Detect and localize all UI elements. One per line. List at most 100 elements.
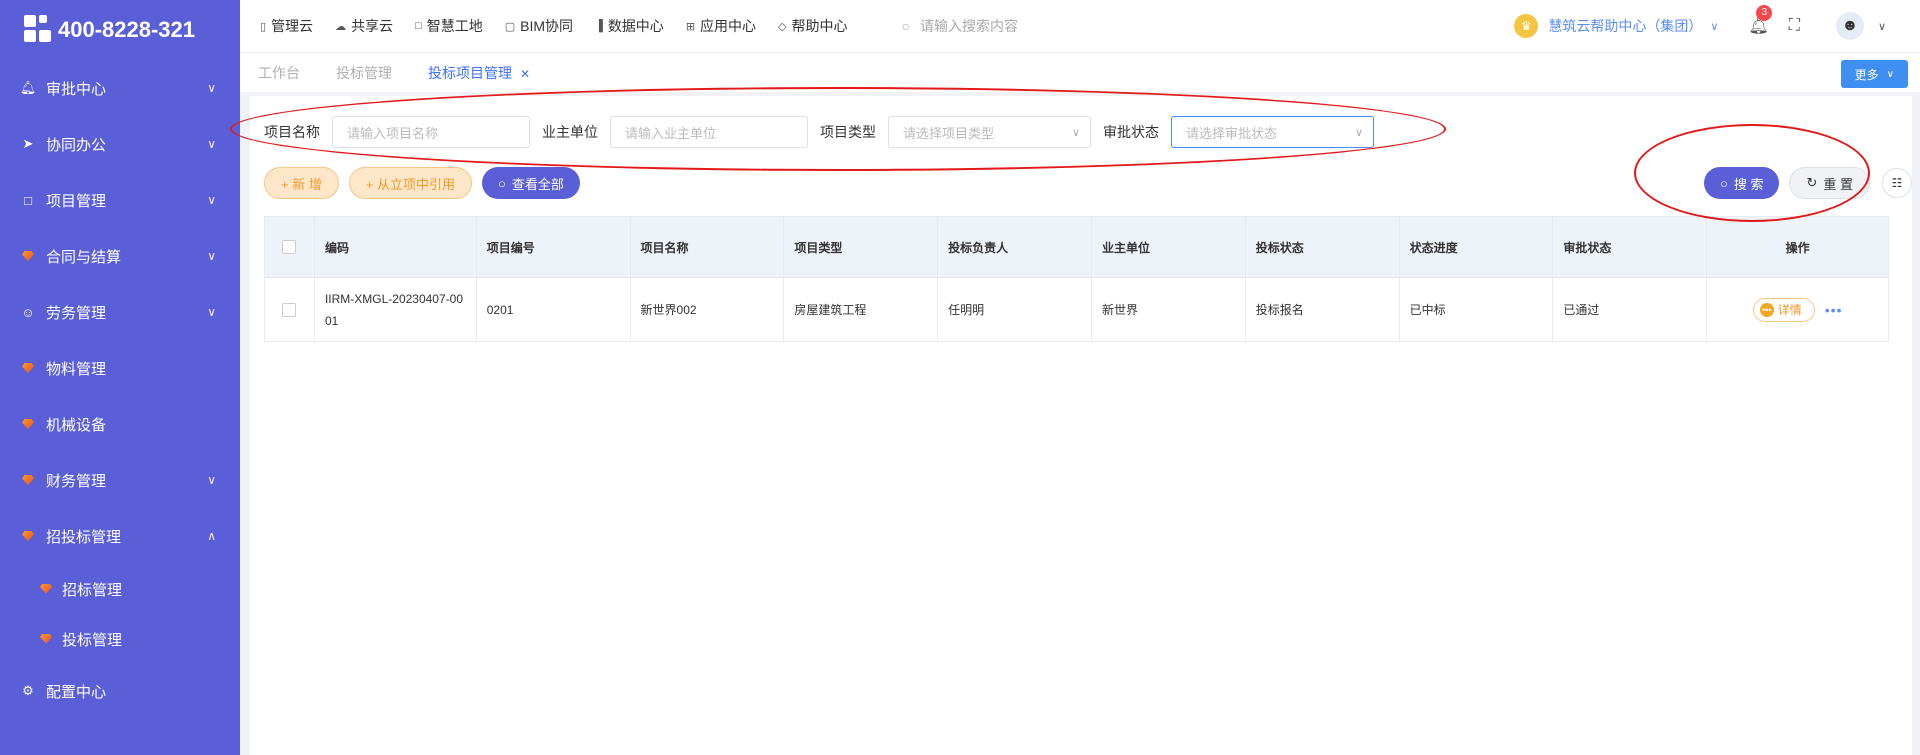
col-project-no: 项目编号 — [477, 217, 631, 277]
send-icon: ➤ — [22, 136, 34, 151]
sidebar-item-materials[interactable]: 物料管理 — [0, 340, 240, 396]
topnav-item-smart-site[interactable]: □ 智慧工地 — [415, 16, 483, 36]
topnav-item-shared-cloud[interactable]: ☁ 共享云 — [335, 16, 393, 36]
fullscreen-icon[interactable]: ⛶ — [1789, 17, 1800, 35]
col-approval: 审批状态 — [1553, 217, 1708, 277]
project-name-label: 项目名称 — [264, 124, 320, 140]
table-header: 编码 项目编号 项目名称 项目类型 投标负责人 业主单位 投标状态 状态进度 审… — [265, 217, 1888, 277]
sidebar-item-label: 财务管理 — [46, 472, 107, 490]
search-icon: ○ — [1719, 175, 1728, 191]
help-center-dropdown[interactable]: ♛ 慧筑云帮助中心（集团） ∨ — [1514, 14, 1718, 38]
approval-status-label: 审批状态 — [1103, 124, 1159, 140]
sidebar-item-label: 物料管理 — [46, 360, 107, 378]
gem-icon — [40, 631, 52, 648]
diamond-icon: ◇ — [778, 20, 787, 33]
topnav-item-data-center[interactable]: ▐ 数据中心 — [595, 16, 664, 36]
topnav-item-app-center[interactable]: ⊞ 应用中心 — [686, 16, 756, 36]
search-button[interactable]: ○ 搜 索 — [1703, 167, 1780, 199]
column-settings-icon[interactable]: ☷ — [1882, 168, 1912, 198]
chevron-down-icon: ∨ — [1886, 68, 1894, 80]
gem-icon — [20, 531, 36, 541]
grid-icon: ⊞ — [685, 20, 696, 33]
import-from-project-button[interactable]: + 从立项中引用 — [348, 167, 473, 199]
global-search[interactable]: ○ 请输入搜索内容 — [902, 16, 1018, 36]
topnav-label: 管理云 — [271, 18, 314, 34]
cell-approval: 已通过 — [1553, 278, 1708, 341]
gem-icon — [20, 419, 36, 429]
sidebar-item-machinery[interactable]: 机械设备 — [0, 396, 240, 452]
sidebar-subitem-bid[interactable]: 投标管理 — [0, 614, 240, 664]
more-button[interactable]: 更多 ∨ — [1840, 60, 1908, 88]
topnav-item-management-cloud[interactable]: ▯ 管理云 — [260, 16, 313, 36]
help-center-label: 慧筑云帮助中心（集团） — [1548, 18, 1703, 34]
col-project-type: 项目类型 — [784, 217, 939, 277]
more-label: 更多 — [1854, 67, 1879, 82]
sidebar-item-config[interactable]: ⚙ 配置中心 — [0, 664, 240, 718]
approval-status-select[interactable]: 请选择审批状态 ∨ — [1171, 116, 1374, 148]
view-all-button[interactable]: ○ 查看全部 — [482, 167, 580, 199]
logo[interactable]: 400-8228-321 — [0, 0, 240, 60]
tab-bar: 工作台 投标管理 投标项目管理 ✕ 更多 ∨ — [240, 52, 1920, 92]
topnav-item-bim[interactable]: ▢ BIM协同 — [505, 16, 573, 36]
topnav-label: 应用中心 — [700, 18, 757, 34]
chevron-down-icon: ∨ — [207, 249, 216, 263]
col-bid-owner: 投标负责人 — [938, 217, 1092, 277]
sidebar-subitem-tender[interactable]: 招标管理 — [0, 564, 240, 614]
sidebar-item-finance[interactable]: 财务管理 ∨ — [0, 452, 240, 508]
top-bar: ▯ 管理云 ☁ 共享云 □ 智慧工地 ▢ BIM协同 ▐ 数据中心 ⊞ 应用中心 ◇ 帮助中心… — [240, 0, 1920, 52]
project-type-select[interactable]: 请选择项目类型 ∨ — [888, 116, 1091, 148]
sidebar: 400-8228-321 🔔︎ 审批中心 ∨ ➤ 协同办公 ∨ □ 项目管理 ∨… — [0, 0, 240, 755]
sidebar-item-label: 协同办公 — [46, 136, 107, 154]
view-all-label: 查看全部 — [511, 176, 564, 192]
detail-button[interactable]: ••• 详情 — [1752, 297, 1815, 322]
project-name-input[interactable]: 请输入项目名称 — [332, 116, 530, 148]
sidebar-subitem-label: 投标管理 — [62, 631, 123, 649]
refresh-icon: ↻ — [1806, 175, 1818, 190]
monitor-icon: □ — [415, 20, 422, 32]
cell-project-type: 房屋建筑工程 — [784, 278, 939, 341]
topnav-label: 帮助中心 — [791, 18, 848, 34]
notification-bell-icon[interactable]: 🔔︎ 3 — [1748, 5, 1773, 36]
owner-input[interactable]: 请输入业主单位 — [610, 116, 808, 148]
top-right-tools: ♛ 慧筑云帮助中心（集团） ∨ 🔔︎ 3 ⛶ ☻ ∨ — [1514, 0, 1886, 52]
chevron-up-icon: ∧ — [207, 529, 216, 543]
sidebar-item-label: 项目管理 — [46, 192, 107, 210]
notification-badge: 3 — [1756, 5, 1773, 21]
sidebar-item-project-management[interactable]: □ 项目管理 ∨ — [0, 172, 240, 228]
action-row: + 新 增 + 从立项中引用 ○ 查看全部 — [264, 167, 590, 199]
close-icon[interactable]: ✕ — [520, 67, 530, 81]
search-input[interactable]: 请输入搜索内容 — [920, 16, 1018, 36]
col-progress: 状态进度 — [1400, 217, 1554, 277]
select-all-checkbox[interactable] — [265, 217, 315, 277]
row-checkbox[interactable] — [265, 278, 315, 341]
sidebar-item-bidding[interactable]: 招投标管理 ∧ — [0, 508, 240, 564]
sidebar-item-collaboration[interactable]: ➤ 协同办公 ∨ — [0, 116, 240, 172]
gem-icon — [20, 363, 36, 373]
tab-bid-project-management[interactable]: 投标项目管理 ✕ — [428, 63, 530, 83]
sidebar-item-labor[interactable]: ☺ 劳务管理 ∨ — [0, 284, 240, 340]
col-actions: 操作 — [1785, 240, 1810, 255]
sidebar-item-approval-center[interactable]: 🔔︎ 审批中心 ∨ — [0, 60, 240, 116]
topnav-item-help-center[interactable]: ◇ 帮助中心 — [778, 16, 847, 36]
chevron-down-icon: ∨ — [207, 305, 216, 319]
sidebar-item-label: 合同与结算 — [46, 248, 122, 266]
add-button[interactable]: + 新 增 — [264, 167, 339, 199]
user-icon: ☺ — [21, 304, 35, 320]
tab-workbench[interactable]: 工作台 — [258, 63, 300, 83]
project-name-placeholder: 请输入项目名称 — [347, 125, 439, 141]
sidebar-item-contract[interactable]: 合同与结算 ∨ — [0, 228, 240, 284]
col-project-name: 项目名称 — [631, 217, 785, 277]
more-options-icon[interactable]: ••• — [1825, 302, 1843, 318]
sidebar-item-label: 配置中心 — [46, 683, 107, 701]
chevron-down-icon: ∨ — [207, 81, 216, 95]
chevron-down-icon[interactable]: ∨ — [1878, 20, 1886, 33]
gem-icon — [20, 251, 36, 261]
table-row[interactable]: IIRM-XMGL-20230407-0001 0201 新世界002 房屋建筑… — [265, 277, 1888, 341]
avatar[interactable]: ☻ — [1835, 12, 1864, 40]
project-type-placeholder: 请选择项目类型 — [903, 125, 995, 141]
reset-button[interactable]: ↻ 重 置 — [1789, 167, 1870, 199]
chevron-down-icon: ∨ — [207, 137, 216, 151]
tab-bid-management[interactable]: 投标管理 — [336, 63, 392, 83]
chevron-down-icon: ∨ — [207, 193, 216, 207]
cell-bid-owner: 任明明 — [938, 278, 1092, 341]
